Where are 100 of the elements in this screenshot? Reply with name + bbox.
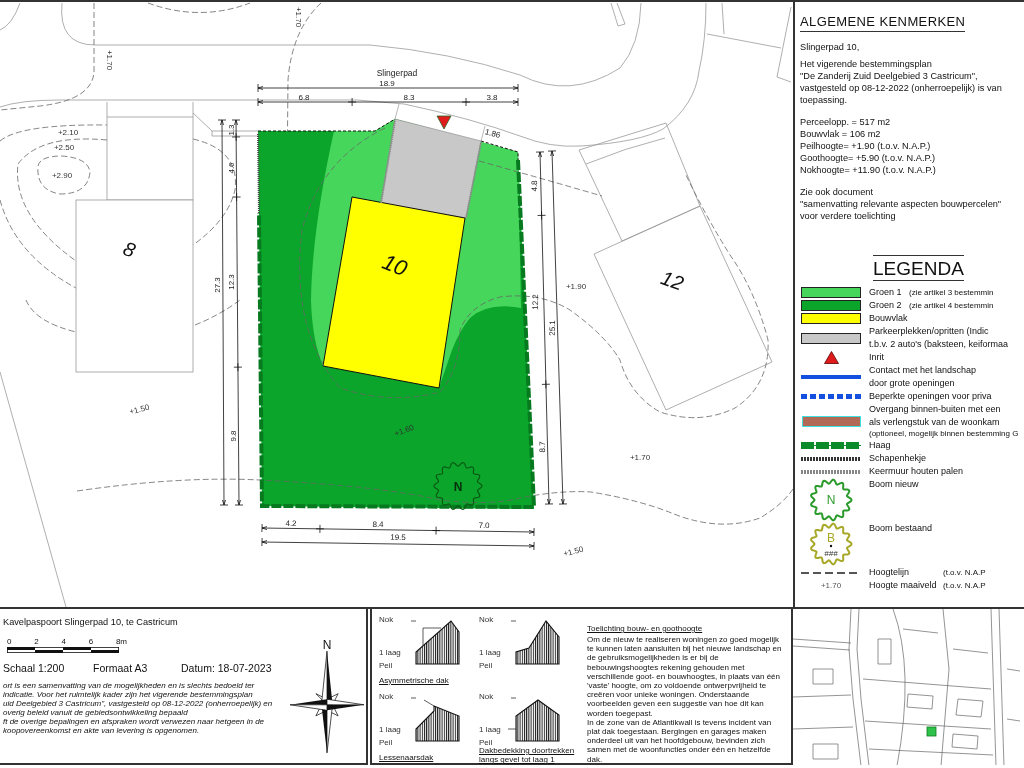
dimension-label: 7.0	[478, 520, 490, 531]
scale-label: 4	[61, 637, 66, 646]
level-label: Peil	[379, 738, 393, 746]
level-label: 1 laag	[479, 648, 501, 657]
fact-line: Goothoogte= +5.90 (t.o.v. N.A.P.)	[800, 152, 936, 164]
elevation-label: +1.70	[105, 49, 114, 71]
elevation-label: +1.90	[565, 282, 587, 291]
level-label: Nok	[479, 615, 494, 624]
legend-label: Boom nieuw	[869, 479, 919, 489]
section-title: ALGEMENE KENMERKEN	[800, 14, 966, 32]
legend-label: Boom bestaand	[869, 523, 933, 533]
elevation-label: +2.50	[53, 143, 75, 152]
legend-label: Haag	[869, 440, 891, 450]
legend-label: Groen 2	[869, 299, 903, 312]
level-label: 1 laag	[379, 648, 401, 657]
scale-text: Schaal 1:200	[3, 662, 66, 674]
disclaimer-text: ort is een samenvatting van de mogelijkheden en is slechts bedoeld ter indicatie. Voor het ruimtelijk kader zijn het vigerende bestemmingsplan uid Deelgebied 3 Castricum", vastgesteld op 08-12-2022 (onherroepelijk) en overig beleid vanuit de gebiedsontwikkeling bepaald ft de overige bepalingen en afspraken wordt verwezen naar hetgeen in de koopovereenkomst en akte van levering is opgenomen.	[3, 681, 274, 735]
dimension-label: 18.9	[379, 79, 395, 88]
tree-label: B	[827, 531, 835, 545]
explanation-title: Toelichting bouw- en goothoogte	[587, 624, 703, 634]
level-label: Nok	[379, 692, 394, 701]
level-label: 1 laag	[479, 725, 501, 734]
scale-label: 6	[88, 637, 94, 646]
roof-profile-drawing	[510, 620, 560, 665]
scale-label: 0	[7, 637, 12, 646]
north-arrow-icon	[290, 651, 364, 753]
elevation-label: +1.50	[562, 544, 585, 559]
tree-label: N	[453, 480, 463, 494]
dimension-label: 8.3	[403, 93, 415, 102]
contour-line	[194, 299, 241, 326]
level-label: Peil	[379, 661, 393, 669]
legend-label: Beperkte openingen voor priva	[869, 391, 992, 401]
dimension-label: 3.8	[486, 93, 498, 102]
legend-label: Overgang binnen-buiten met een als verlengstuk van de woonkam	[869, 404, 1001, 427]
level-label: Peil	[479, 661, 493, 669]
legend-title: LEGENDA	[873, 255, 964, 281]
dimension-label: 4.2	[285, 518, 297, 529]
legend-note: (zie artikel 4 bestemmin	[909, 301, 994, 310]
dimension-label: 8.4	[372, 519, 384, 530]
fact-line: Peilhoogte= +1.90 (t.o.v. N.A.P.)	[800, 140, 932, 152]
roof-caption: Asymmetrische dak	[379, 676, 449, 685]
roof-profile-drawing	[507, 697, 560, 742]
lot-number: 8	[120, 237, 139, 262]
plot-boundary	[480, 140, 519, 161]
dimension-label: 4.8	[529, 180, 540, 192]
north-label: N	[322, 639, 332, 651]
level-label: Nok	[379, 615, 394, 624]
lot-number: 10	[378, 248, 411, 282]
level-label: Peil	[479, 738, 493, 746]
tree-label: N	[826, 493, 836, 507]
legend-label: Bouwvlak	[869, 313, 908, 323]
roof-caption: Dakbedekking doortrekken langs gevel tot laag 1	[479, 746, 575, 764]
legend-note: (optioneel, mogelijk binnen bestemming G	[869, 429, 1020, 439]
legend-note: (t.o.v. N.A.P	[943, 568, 986, 577]
contour-line	[25, 299, 77, 333]
dimension-label: 27.3	[213, 277, 222, 293]
legend-label: Groen 1	[869, 286, 903, 299]
dimension-label: 19.5	[390, 532, 406, 543]
fact-line: Perceelopp. = 517 m2	[800, 116, 892, 128]
legend-label: Schapenhekje	[869, 453, 927, 463]
address-text: Slingerpad 10,	[800, 41, 861, 53]
roof-profile-drawing	[410, 697, 460, 742]
date-text: Datum: 18-07-2023	[181, 662, 272, 674]
elevation-label: +1.50	[128, 402, 151, 417]
entrance-marker-icon	[436, 115, 452, 130]
drawing-title: Kavelpaspoort Slingerpad 10, te Castricum	[3, 617, 179, 628]
format-text: Formaat A3	[93, 662, 149, 674]
legend-label: Inrit	[869, 352, 884, 362]
dimension-label: 1.3	[227, 124, 236, 136]
tree-icon	[433, 461, 483, 511]
elevation-label: +1.60	[393, 422, 416, 439]
lot-number: 12	[658, 266, 687, 295]
scale-label: 8m	[115, 637, 127, 646]
extension-line	[480, 125, 486, 142]
dimension-label: 1.86	[483, 127, 502, 140]
level-label: Nok	[479, 692, 494, 701]
roof-profile-drawing	[410, 620, 460, 665]
elevation-label: +2.90	[51, 171, 73, 180]
dimension-label: 4.6	[227, 162, 236, 174]
reference-text: Zie ook document "samenvatting relevante aspecten bouwpercelen" voor verdere toelichting	[800, 186, 1003, 222]
legend-note: (zie artikel 3 bestemmin	[909, 288, 994, 297]
legend-label: Contact met het landschap door grote openingen	[869, 365, 977, 388]
dimension-label: 9.8	[229, 430, 238, 442]
dimension-label: 25.1	[547, 320, 558, 336]
elevation-sample: +1.70	[820, 579, 842, 592]
scale-label: 2	[34, 637, 39, 646]
legend-note: (t.o.v. N.A.P	[943, 581, 986, 590]
dimension-label: 8.7	[537, 441, 548, 453]
dimension-label: 12.3	[227, 274, 236, 290]
tree-code-label: ###	[824, 549, 838, 558]
legend-label: Hoogtelijn	[869, 566, 911, 579]
plan-description: Het vigerende bestemmingsplan "De Zanderij Zuid Deelgebied 3 Castricum", vastgesteld op 08-12-2022 (onherroepelijk) is van toepassing.	[800, 58, 1003, 106]
elevation-label: +1.70	[629, 453, 651, 462]
fact-line: Bouwvlak = 106 m2	[800, 128, 882, 140]
legend-label: Hoogte maaiveld	[869, 579, 938, 592]
explanation-text: Om de nieuw te realiseren woningen zo goed mogelijk te kunnen laten aansluiten bij het nieuwe landschap en de gebruiksmogelijkheden is er bij de bebouwingshoogtes rekening gehouden met verschillende goot- en bouwhoogtes, in plaats van één 'vaste' hoogte, om zo voldoende ontwerpvrijheid te creëren voor unieke woningen. Onderstaande voorbeelden geven een suggestie van hoe dit kan worden toegepast. In de zone van de Atlantikwall is tevens incident van plat dak toegestaan. Bergingen en garages maken onderdeel uit van het hoofdgebouw, bevinden zich samen met de woonfuncties onder één en hetzelfde dak.	[587, 635, 783, 764]
fact-line: Nokhoogte= +11.90 (t.o.v. N.A.P.)	[800, 164, 937, 176]
street-name: Slingerpad	[376, 68, 418, 78]
elevation-label: +1.70	[294, 6, 303, 28]
dimension-label: 6.8	[298, 93, 310, 102]
